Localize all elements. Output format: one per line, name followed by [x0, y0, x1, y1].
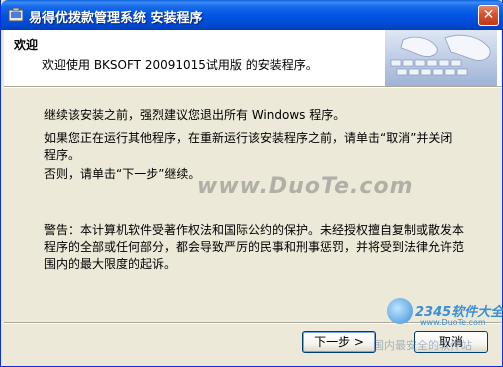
intro-paragraph: 继续该安装之前，强烈建议您退出所有 Windows 程序。: [44, 108, 346, 122]
keyboard-hands-image: [385, 30, 497, 86]
mascot-icon: [387, 298, 413, 324]
window-title: 易得优拨款管理系统 安装程序: [29, 11, 203, 26]
close-button[interactable]: ✕: [478, 5, 499, 26]
close-icon: ✕: [482, 7, 495, 23]
installer-icon: [8, 7, 24, 22]
header-panel: 欢迎 欢迎使用 BKSOFT 20091015试用版 的安装程序。: [4, 30, 501, 86]
close-programs-paragraph: 如果您正在运行其他程序，在重新运行该安装程序之前，请单击“取消”并关闭程序。: [44, 131, 453, 162]
site-watermark: www.DuoTe.com: [197, 174, 414, 199]
page-title: 欢迎: [14, 38, 39, 52]
copyright-warning: 警告：本计算机软件受著作权法和国际公约的保护。未经授权擅自复制或散发本程序的全部…: [44, 223, 465, 271]
page-subtitle: 欢迎使用 BKSOFT 20091015试用版 的安装程序。: [42, 58, 318, 72]
title-bar[interactable]: 易得优拨款管理系统 安装程序 ✕: [1, 0, 503, 30]
next-button[interactable]: 下一步 >: [302, 331, 376, 353]
installer-window: 易得优拨款管理系统 安装程序 ✕ 欢迎 欢迎使用 BKSOFT 20091015…: [0, 0, 503, 367]
bottom-watermark: 国内最安全的软件站: [373, 339, 472, 352]
header-divider: [4, 86, 501, 88]
logo-url: www.DuoTe.com: [420, 318, 486, 327]
